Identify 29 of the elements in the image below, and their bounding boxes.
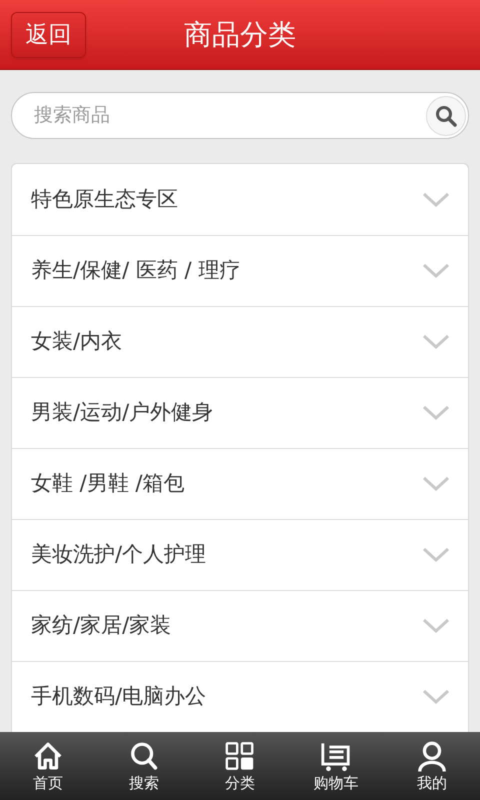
grid-icon <box>224 740 256 773</box>
chevron-down-icon <box>422 263 450 279</box>
chevron-down-icon <box>422 334 450 350</box>
chevron-down-icon <box>422 405 450 421</box>
category-row[interactable]: 美妆洗护/个人护理 <box>12 519 468 590</box>
search-icon <box>435 104 457 126</box>
search-bar[interactable]: 搜索商品 <box>11 92 469 139</box>
search-button[interactable] <box>426 96 466 136</box>
user-icon <box>416 740 448 773</box>
nav-tab[interactable]: 分类 <box>192 732 288 800</box>
chevron-down-icon <box>422 547 450 563</box>
nav-tab[interactable]: 搜索 <box>96 732 192 800</box>
category-row[interactable]: 男装/运动/户外健身 <box>12 377 468 448</box>
category-row[interactable]: 女鞋 /男鞋 /箱包 <box>12 448 468 519</box>
chevron-down-icon <box>422 192 450 208</box>
category-row[interactable]: 家纺/家居/家装 <box>12 590 468 661</box>
page-title: 商品分类 <box>184 16 296 52</box>
chevron-down-icon <box>422 689 450 705</box>
category-row[interactable]: 女装/内衣 <box>12 306 468 377</box>
category-row[interactable]: 养生/保健/ 医药 / 理疗 <box>12 235 468 306</box>
back-button[interactable]: 返回 <box>11 12 86 58</box>
nav-tab[interactable]: 我的 <box>384 732 480 800</box>
search-icon <box>128 740 160 773</box>
category-row[interactable]: 特色原生态专区 <box>12 164 468 235</box>
search-field[interactable]: 搜索商品 <box>34 101 426 130</box>
nav-tab[interactable]: 购物车 <box>288 732 384 800</box>
chevron-down-icon <box>422 618 450 634</box>
chevron-down-icon <box>422 476 450 492</box>
nav-tab[interactable]: 首页 <box>0 732 96 800</box>
